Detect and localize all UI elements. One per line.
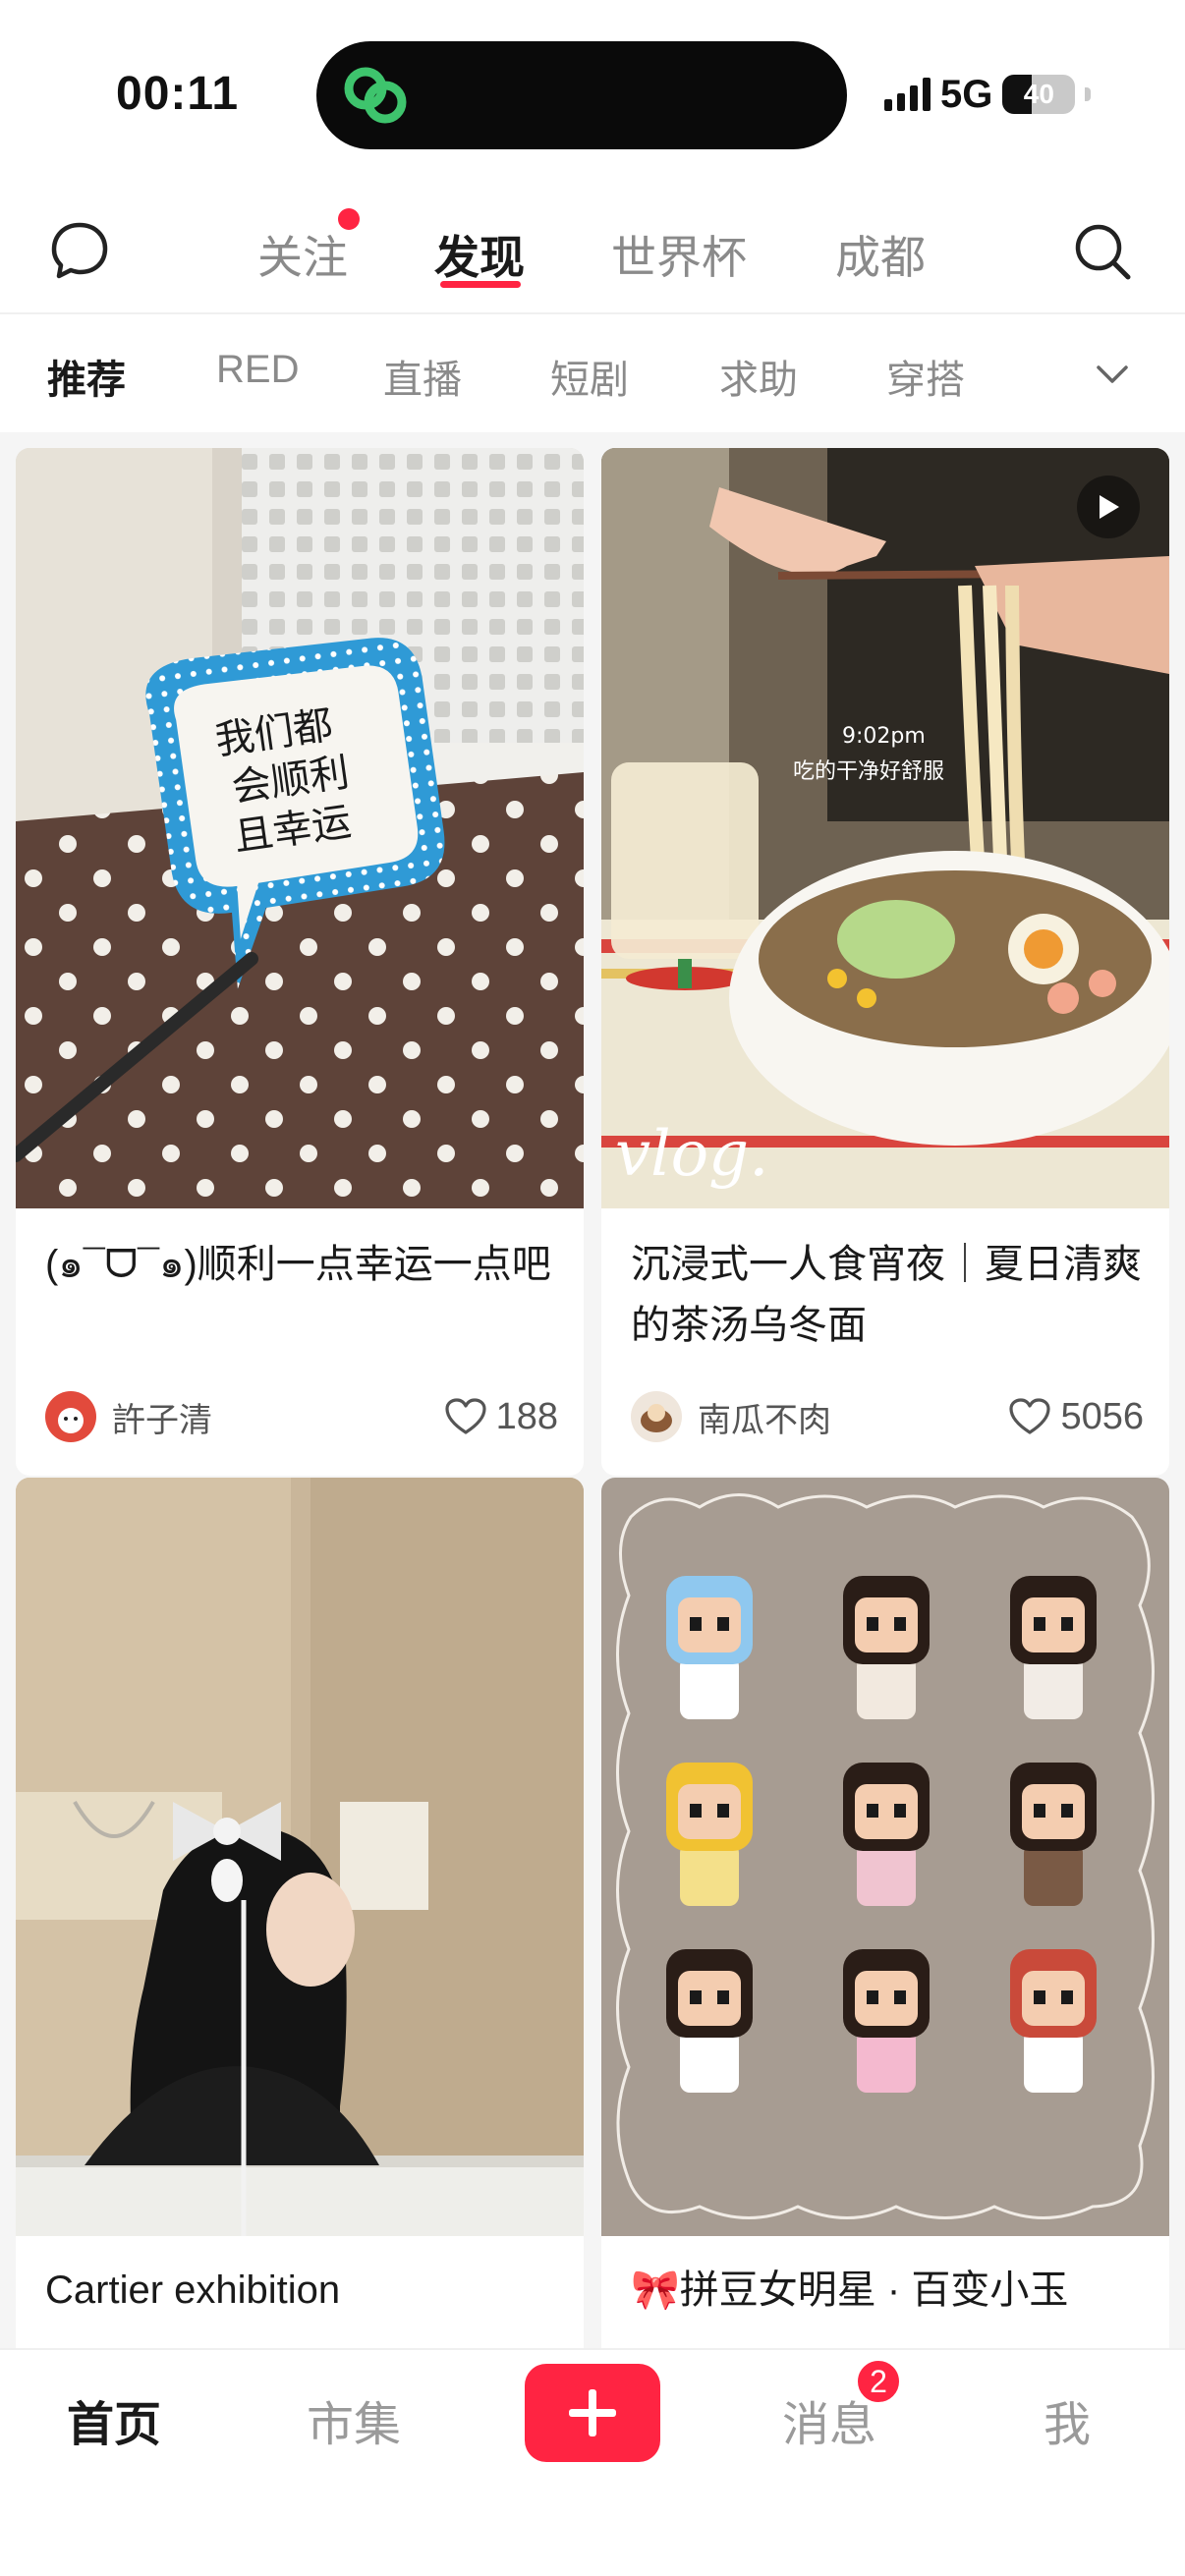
author-name[interactable]: 許子清 bbox=[112, 1393, 445, 1441]
card-meta: 南瓜不肉 5056 bbox=[631, 1389, 1144, 1444]
search-icon[interactable] bbox=[1071, 220, 1134, 283]
overlay-caption: 吃的干净好舒服 bbox=[793, 759, 944, 784]
like-count[interactable]: 188 bbox=[444, 1395, 558, 1438]
card-cover-image: 我们都 会顺利 且幸运 bbox=[16, 448, 584, 1208]
like-count-value: 188 bbox=[495, 1395, 558, 1437]
card-title: (๑¯ᗜ¯๑)顺利一点幸运一点吧 bbox=[45, 1243, 551, 1286]
category-red[interactable]: RED bbox=[216, 348, 299, 392]
card-title: 沉浸式一人食宵夜｜夏日清爽的茶汤乌冬面 bbox=[631, 1243, 1142, 1347]
like-count[interactable]: 5056 bbox=[1009, 1396, 1144, 1438]
following-new-dot bbox=[338, 208, 360, 230]
status-bar: 00:11 5G 40 bbox=[0, 0, 1185, 187]
feed-card[interactable]: 🎀拼豆女明星 · 百变小玉 bbox=[601, 1478, 1169, 2348]
top-nav: 关注 发现 世界杯 成都 bbox=[0, 187, 1185, 314]
tab-following[interactable]: 关注 bbox=[257, 222, 348, 287]
like-count-value: 5056 bbox=[1060, 1395, 1144, 1437]
battery-icon: 40 bbox=[1002, 75, 1076, 114]
card-meta: 許子清 188 bbox=[45, 1389, 558, 1444]
dynamic-island bbox=[316, 41, 847, 149]
overlay-vlog: vlog. bbox=[615, 1118, 768, 1191]
network-type: 5G bbox=[940, 72, 993, 116]
battery-cap bbox=[1085, 87, 1092, 101]
category-recommend[interactable]: 推荐 bbox=[47, 348, 126, 405]
feed: 我们都 会顺利 且幸运 (๑¯ᗜ¯๑)顺利一点幸运一点吧 許子清 188 9:0… bbox=[0, 432, 1185, 2348]
avatar[interactable] bbox=[631, 1391, 682, 1442]
feed-card[interactable]: 我们都 会顺利 且幸运 (๑¯ᗜ¯๑)顺利一点幸运一点吧 許子清 188 bbox=[16, 448, 584, 1476]
chevron-down-icon[interactable] bbox=[1093, 360, 1132, 389]
tab-market[interactable]: 市集 bbox=[307, 2385, 401, 2454]
tab-home[interactable]: 首页 bbox=[67, 2385, 161, 2454]
category-help[interactable]: 求助 bbox=[719, 348, 798, 405]
tab-discover[interactable]: 发现 bbox=[434, 222, 525, 287]
card-title: 🎀拼豆女明星 · 百变小玉 bbox=[631, 2268, 1069, 2312]
plus-icon bbox=[569, 2389, 616, 2436]
tab-chengdu[interactable]: 成都 bbox=[835, 222, 926, 287]
post-button[interactable] bbox=[525, 2364, 660, 2462]
messages-badge: 2 bbox=[855, 2358, 902, 2405]
heart-icon bbox=[444, 1398, 486, 1434]
category-outfit[interactable]: 穿搭 bbox=[886, 348, 965, 405]
overlay-time: 9:02pm bbox=[842, 724, 926, 749]
card-title: Cartier exhibition bbox=[45, 2268, 341, 2312]
avatar[interactable] bbox=[45, 1391, 96, 1442]
status-indicators: 5G 40 bbox=[884, 69, 1092, 120]
feed-card[interactable]: 9:02pm 吃的干净好舒服 vlog. 沉浸式一人食宵夜｜夏日清爽的茶汤乌冬面… bbox=[601, 448, 1169, 1476]
category-bar: 推荐 RED 直播 短剧 求助 穿搭 bbox=[0, 316, 1185, 432]
active-tab-underline bbox=[440, 281, 521, 288]
category-short-drama[interactable]: 短剧 bbox=[550, 348, 629, 405]
category-live[interactable]: 直播 bbox=[383, 348, 462, 405]
link-logo-icon bbox=[344, 67, 407, 124]
cellular-signal-icon bbox=[884, 78, 931, 111]
card-cover-image bbox=[601, 1478, 1169, 2236]
chat-bubble-icon[interactable] bbox=[49, 220, 110, 281]
card-cover-image: 9:02pm 吃的干净好舒服 vlog. bbox=[601, 448, 1169, 1208]
video-play-icon bbox=[1077, 476, 1140, 538]
card-cover-image bbox=[16, 1478, 584, 2236]
tab-world-cup[interactable]: 世界杯 bbox=[611, 222, 747, 287]
heart-icon bbox=[1009, 1398, 1051, 1434]
bottom-tab-bar: 首页 市集 消息 2 我 bbox=[0, 2348, 1185, 2576]
status-time: 00:11 bbox=[116, 68, 240, 120]
feed-card[interactable]: Cartier exhibition bbox=[16, 1478, 584, 2348]
battery-level: 40 bbox=[1023, 79, 1054, 109]
author-name[interactable]: 南瓜不肉 bbox=[698, 1393, 1009, 1441]
tab-me[interactable]: 我 bbox=[1044, 2385, 1091, 2454]
